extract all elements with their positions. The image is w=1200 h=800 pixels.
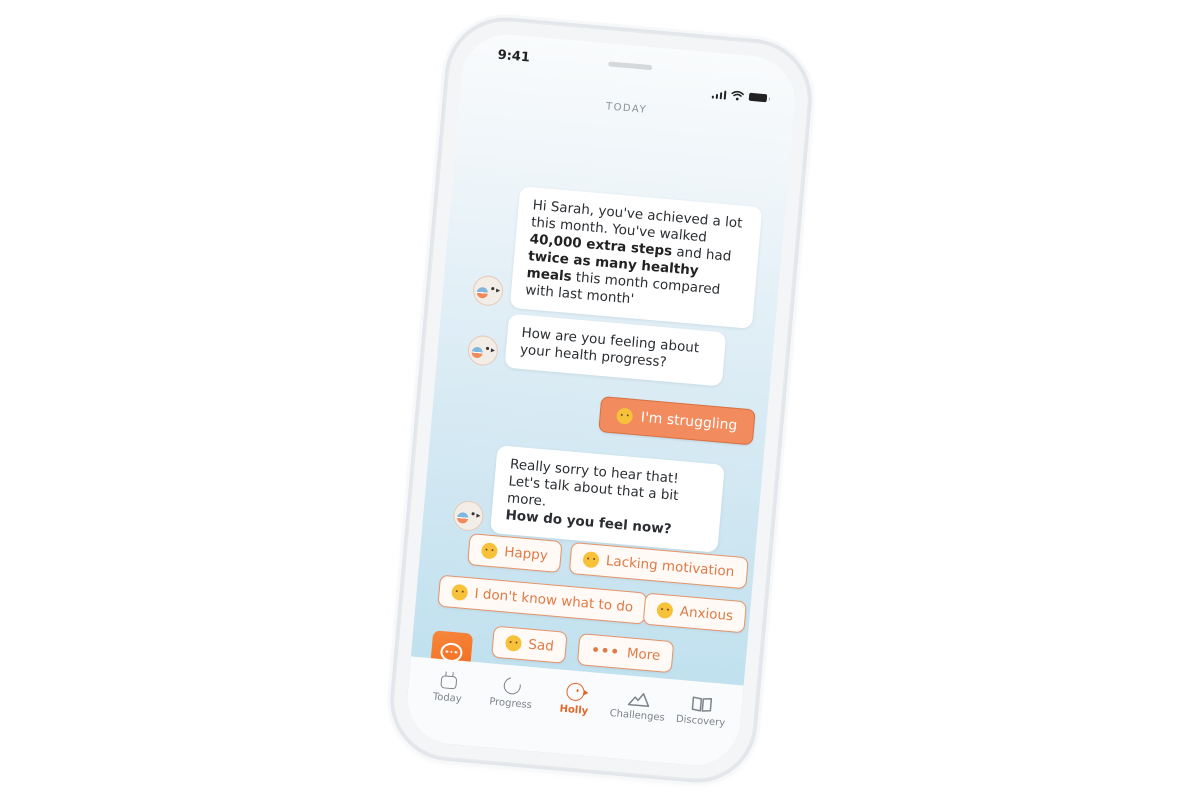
book-icon [691, 696, 713, 712]
message-bubble: Hi Sarah, you've achieved a lot this mon… [509, 186, 763, 329]
bot-message: Hi Sarah, you've achieved a lot this mon… [471, 183, 763, 329]
status-icons [711, 88, 768, 103]
quick-reply-dont-know[interactable]: I don't know what to do [437, 574, 648, 625]
calendar-icon [440, 675, 458, 690]
holly-bird-icon [565, 682, 586, 702]
pleading-face-icon [656, 601, 674, 620]
disappointed-face-icon [616, 407, 634, 425]
speaker-notch [608, 61, 653, 71]
tab-today[interactable]: Today [412, 669, 480, 746]
neutral-face-icon [582, 551, 600, 569]
tab-bar: Today Progress Holly Challenges Discover… [403, 656, 744, 770]
expressionless-face-icon [451, 583, 469, 602]
quick-reply-happy[interactable]: Happy [467, 533, 563, 574]
battery-icon [748, 92, 768, 103]
status-time: 9:41 [497, 47, 531, 66]
user-message: I'm struggling [598, 396, 756, 446]
quick-reply-anxious[interactable]: Anxious [642, 592, 748, 634]
progress-ring-icon [500, 674, 524, 698]
tab-discovery[interactable]: Discovery [666, 691, 734, 768]
phone-frame: 9:41 TODAY Hi Sarah, you've achieved a l… [388, 15, 814, 785]
mountain-icon [627, 693, 649, 708]
smiling-face-icon [480, 542, 499, 560]
holly-avatar [471, 274, 505, 307]
holly-avatar [466, 334, 500, 367]
wifi-icon [731, 90, 745, 101]
tab-challenges[interactable]: Challenges [602, 686, 670, 763]
app-screen: 9:41 TODAY Hi Sarah, you've achieved a l… [403, 30, 799, 770]
quick-reply-more[interactable]: ••• More [576, 633, 675, 674]
tab-holly[interactable]: Holly [539, 680, 607, 757]
ellipsis-icon: ••• [590, 642, 621, 661]
message-bubble: How are you feeling about your health pr… [504, 313, 727, 387]
tab-progress[interactable]: Progress [476, 674, 544, 752]
quick-reply-sad[interactable]: Sad [491, 625, 569, 664]
cellular-signal-icon [711, 89, 727, 100]
sad-sweat-face-icon [504, 634, 523, 652]
quick-reply-lacking-motivation[interactable]: Lacking motivation [568, 541, 749, 590]
message-bubble: Really sorry to hear that! Let's talk ab… [490, 445, 725, 553]
holly-avatar [452, 499, 485, 533]
